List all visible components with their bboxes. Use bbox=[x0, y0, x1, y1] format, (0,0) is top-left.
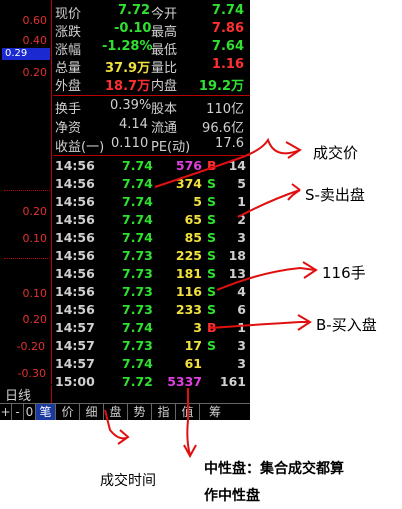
arrowhead-neutral bbox=[183, 444, 197, 459]
arrow-price bbox=[154, 137, 301, 188]
arrow-volume bbox=[216, 266, 316, 291]
annotation-arrows bbox=[104, 137, 318, 459]
annotation-price: 成交价 bbox=[313, 144, 359, 162]
annotation-neutral-line1: 中性盘：集合成交都算 bbox=[204, 461, 344, 477]
annotation-neutral-line2: 作中性盘 bbox=[204, 488, 260, 504]
annotation-volume: 116手 bbox=[322, 264, 366, 282]
arrow-neutral bbox=[186, 388, 191, 456]
arrow-time bbox=[104, 409, 127, 440]
annotation-sell: S-卖出盘 bbox=[305, 186, 365, 204]
arrow-sell bbox=[237, 183, 301, 218]
annotation-buy: B-买入盘 bbox=[316, 316, 377, 334]
annotation-time: 成交时间 bbox=[100, 473, 156, 489]
arrow-buy bbox=[209, 321, 310, 329]
